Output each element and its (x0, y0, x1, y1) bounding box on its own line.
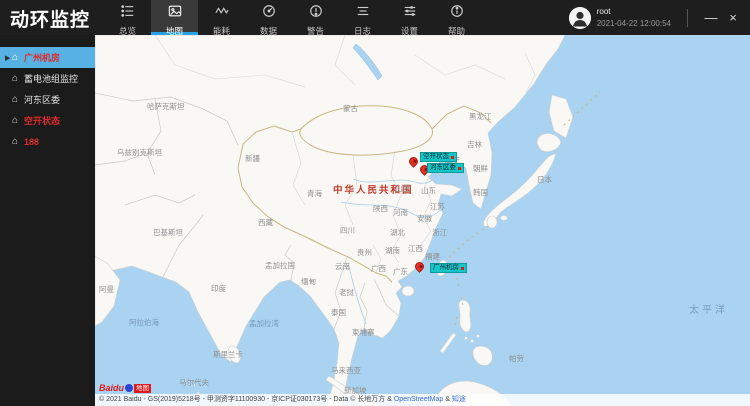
baidu-brand-text: Baidu (99, 383, 125, 393)
home-icon: ⌂ (12, 94, 19, 105)
triangle-icon: ▶ (5, 54, 11, 62)
tab-log[interactable]: 日志 (339, 0, 386, 36)
tab-energy[interactable]: 能耗 (198, 0, 245, 36)
sidebar-item-guangzhou-room[interactable]: ▶ ⌂ 广州机房 (0, 47, 95, 68)
sliders-icon (403, 4, 417, 23)
topbar-right: root 2021-04-22 12:00:54 — × (568, 0, 750, 35)
map-marker-label[interactable]: 广州机房 (430, 263, 467, 273)
help-icon (450, 4, 464, 23)
attribution-text: © 2021 Baidu - GS(2019)5218号 - 甲测资字11100… (99, 396, 394, 403)
tab-help[interactable]: 帮助 (433, 0, 480, 36)
minimize-button[interactable]: — (700, 10, 722, 25)
gauge-icon (262, 4, 276, 23)
sidebar-item-label: 蓄电池组监控 (24, 74, 79, 84)
site-sidebar: ▶ ⌂ 广州机房 ▶ ⌂ 蓄电池组监控 ▶ ⌂ 河东区委 ▶ ⌂ 空开状态 ▶ (0, 35, 95, 406)
close-button[interactable]: × (722, 10, 744, 25)
sidebar-item-label: 广州机房 (24, 53, 61, 63)
map-image-icon (168, 4, 182, 23)
sidebar-item-label: 188 (24, 136, 40, 147)
app-title: 动环监控 (10, 10, 91, 31)
app-window: 动环监控 总览 地图 能耗 数据 警告 日志 设置 帮助 root 2021-0… (0, 0, 750, 406)
map-marker-label[interactable]: 空开状态 (420, 152, 457, 162)
attribution-text: & (443, 396, 452, 403)
map-canvas[interactable]: 中华人民共和国 哈萨克斯坦 乌兹别克斯坦 蒙古 新疆 青海 西藏 四川 陕西 山西 山东 河南 湖北湖… (95, 35, 750, 406)
home-icon: ⌂ (12, 115, 19, 126)
warning-icon (309, 4, 323, 23)
divider (687, 8, 688, 27)
basemap-svg (95, 35, 750, 406)
sidebar-item-hedong-district[interactable]: ▶ ⌂ 河东区委 (0, 89, 95, 110)
tab-alert[interactable]: 警告 (292, 0, 339, 36)
list-icon (120, 4, 135, 23)
map-attribution: © 2021 Baidu - GS(2019)5218号 - 甲测资字11100… (95, 394, 750, 406)
home-icon: ⌂ (12, 52, 19, 63)
osm-link[interactable]: OpenStreetMap (394, 396, 443, 403)
top-bar: 动环监控 总览 地图 能耗 数据 警告 日志 设置 帮助 root 2021-0… (0, 0, 750, 36)
home-icon: ⌂ (12, 136, 19, 147)
sidebar-item-breaker-status[interactable]: ▶ ⌂ 空开状态 (0, 110, 95, 131)
sidebar-item-188[interactable]: ▶ ⌂ 188 (0, 131, 95, 152)
datetime: 2021-04-22 12:00:54 (596, 18, 671, 28)
main-nav: 总览 地图 能耗 数据 警告 日志 设置 帮助 (104, 0, 480, 36)
tab-data[interactable]: 数据 (245, 0, 292, 36)
baidu-paw-icon (125, 384, 134, 392)
home-icon: ⌂ (12, 73, 19, 84)
tab-overview[interactable]: 总览 (104, 0, 151, 36)
country-label: 中华人民共和国 (333, 185, 414, 196)
partner-link[interactable]: 知途 (452, 396, 466, 403)
map-marker-label[interactable]: 河东区委 (427, 163, 464, 173)
user-name: root (596, 6, 611, 16)
baidu-map-chip: 地图 (134, 383, 152, 393)
log-icon (356, 4, 370, 23)
baidu-logo[interactable]: Baidu 地图 (99, 383, 152, 393)
user-info: root 2021-04-22 12:00:54 (597, 7, 671, 29)
sidebar-item-label: 河东区委 (24, 95, 61, 105)
tab-settings[interactable]: 设置 (386, 0, 433, 36)
sidebar-item-label: 空开状态 (24, 116, 61, 126)
sidebar-item-battery-monitor[interactable]: ▶ ⌂ 蓄电池组监控 (0, 68, 95, 89)
tab-map[interactable]: 地图 (151, 0, 198, 36)
user-avatar[interactable] (568, 6, 591, 29)
waveform-icon (214, 4, 229, 23)
